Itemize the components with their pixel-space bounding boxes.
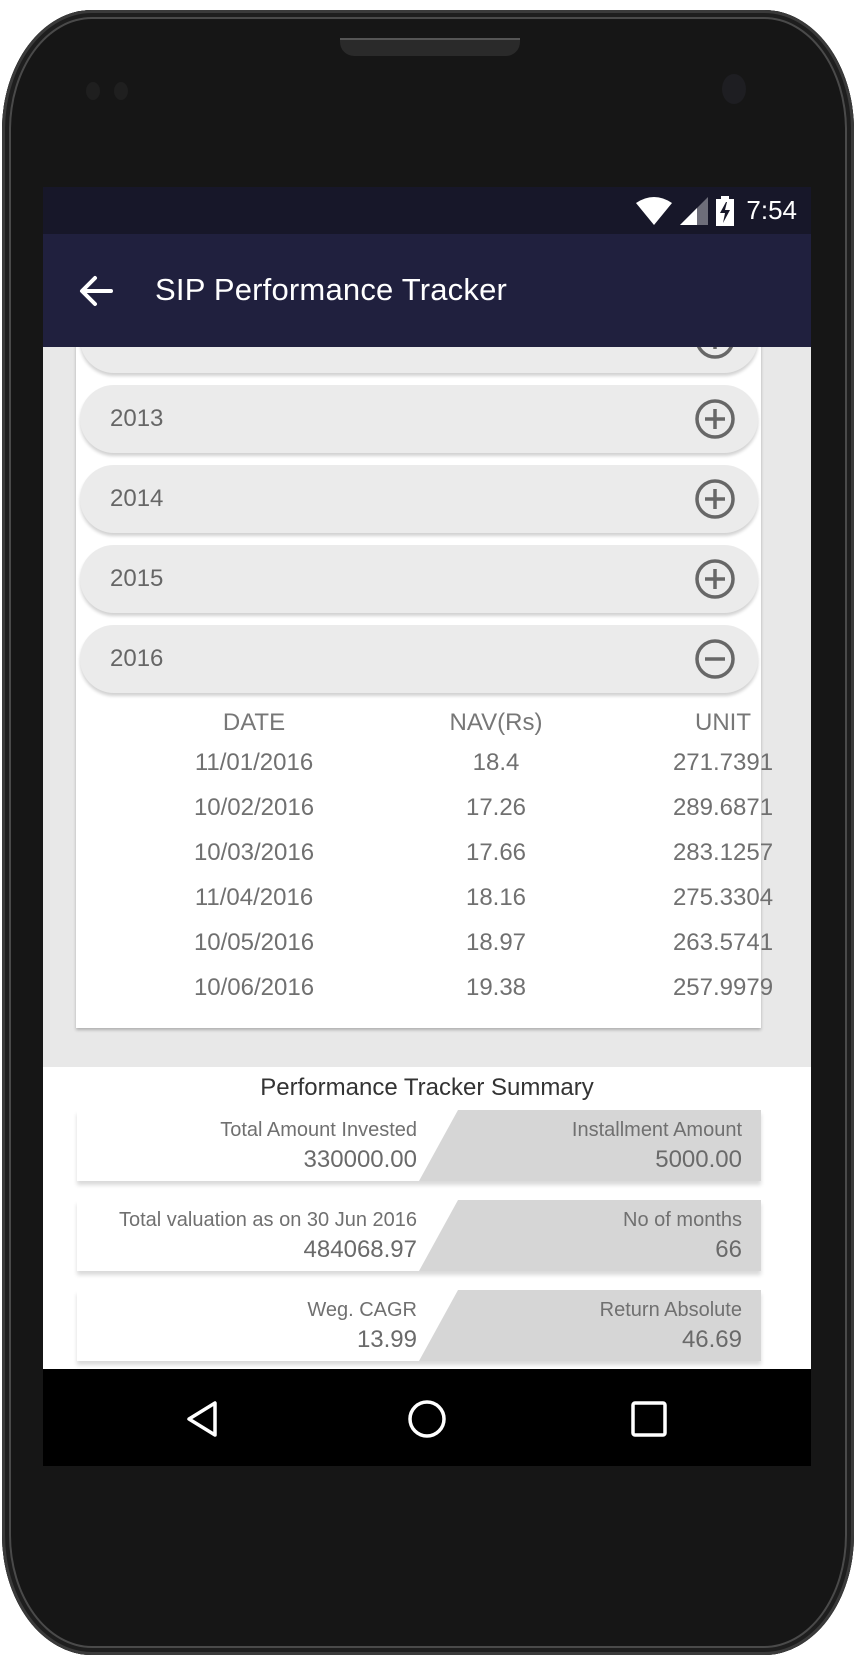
accordion-item-2014[interactable]: 2014 xyxy=(80,465,758,533)
cagr-label: Weg. CAGR xyxy=(307,1299,417,1321)
cell-date: 11/01/2016 xyxy=(194,749,314,776)
accordion-year-label: 2014 xyxy=(110,485,164,512)
year-accordion-card: 2012 2013 2014 xyxy=(76,347,773,1028)
cell-date: 10/02/2016 xyxy=(193,794,315,821)
accordion-item-2016[interactable]: 2016 xyxy=(80,625,758,693)
wifi-icon xyxy=(636,196,673,225)
status-bar: 7:54 xyxy=(43,187,811,234)
months-label: No of months xyxy=(623,1209,742,1231)
summary-box-valuation: Total valuation as on 30 Jun 2016 484068… xyxy=(77,1200,761,1271)
status-clock: 7:54 xyxy=(746,195,797,225)
accordion-item-2015[interactable]: 2015 xyxy=(80,545,758,613)
header-nav: NAV(Rs) xyxy=(449,709,543,736)
cell-nav: 18.97 xyxy=(465,929,527,956)
back-button[interactable] xyxy=(75,270,117,312)
back-triangle-icon[interactable] xyxy=(183,1397,227,1441)
battery-charging-icon xyxy=(716,195,735,226)
table-row: 10/03/2016 17.66 283.1257 xyxy=(76,839,773,879)
scroll-content[interactable]: 2012 2013 2014 xyxy=(43,347,811,1369)
cell-unit: 275.3304 xyxy=(672,884,774,911)
cell-nav: 17.26 xyxy=(465,794,527,821)
recents-square-icon[interactable] xyxy=(627,1397,671,1441)
accordion-year-label: 2012 xyxy=(110,347,163,353)
table-row: 11/01/2016 18.4 271.7391 xyxy=(76,749,773,789)
cell-nav: 19.38 xyxy=(465,974,527,1001)
summary-title: Performance Tracker Summary xyxy=(260,1074,594,1101)
accordion-year-label: 2016 xyxy=(110,645,164,672)
page-title: SIP Performance Tracker xyxy=(155,272,508,307)
return-absolute-label: Return Absolute xyxy=(599,1299,742,1321)
cagr-value: 13.99 xyxy=(356,1326,417,1353)
cell-signal-icon xyxy=(680,196,709,225)
performance-summary: Performance Tracker Summary Total Amount… xyxy=(43,1067,811,1369)
total-invested-label: Total Amount Invested xyxy=(220,1119,417,1141)
installment-label: Installment Amount xyxy=(571,1119,742,1141)
app-bar: SIP Performance Tracker xyxy=(43,234,811,347)
installment-value: 5000.00 xyxy=(655,1146,742,1173)
accordion-year-label: 2013 xyxy=(110,405,164,432)
cell-nav: 18.4 xyxy=(472,749,520,776)
cell-unit: 289.6871 xyxy=(672,794,774,821)
cell-date: 10/06/2016 xyxy=(193,974,315,1001)
device-screen: 7:54 SIP Performance Tracker 2012 2013 xyxy=(43,187,811,1466)
summary-box-returns: Weg. CAGR 13.99 Return Absolute 46.69 xyxy=(77,1290,761,1361)
proximity-sensor xyxy=(86,82,100,100)
plus-circle-icon[interactable] xyxy=(694,558,736,600)
cell-unit: 283.1257 xyxy=(672,839,774,866)
system-nav-bar xyxy=(43,1369,811,1466)
return-absolute-value: 46.69 xyxy=(681,1326,742,1353)
cell-unit: 257.9979 xyxy=(672,974,774,1001)
cell-date: 10/05/2016 xyxy=(193,929,315,956)
table-row: 10/06/2016 19.38 257.9979 xyxy=(76,974,773,1014)
cell-date: 11/04/2016 xyxy=(194,884,314,911)
accordion-item-2012[interactable]: 2012 xyxy=(80,347,758,373)
cell-unit: 271.7391 xyxy=(672,749,774,776)
cell-unit: 263.5741 xyxy=(672,929,774,956)
plus-circle-icon[interactable] xyxy=(694,478,736,520)
cell-nav: 18.16 xyxy=(465,884,527,911)
cell-nav: 17.66 xyxy=(465,839,527,866)
plus-circle-icon[interactable] xyxy=(694,347,736,360)
front-camera xyxy=(722,74,746,104)
header-date: DATE xyxy=(222,709,286,736)
arrow-left-icon xyxy=(80,276,113,306)
accordion-year-label: 2015 xyxy=(110,565,164,592)
table-row: 10/05/2016 18.97 263.5741 xyxy=(76,929,773,969)
months-value: 66 xyxy=(715,1236,742,1263)
minus-circle-icon[interactable] xyxy=(694,638,736,680)
accordion-item-2013[interactable]: 2013 xyxy=(80,385,758,453)
table-row: 11/04/2016 18.16 275.3304 xyxy=(76,884,773,924)
total-valuation-label: Total valuation as on 30 Jun 2016 xyxy=(119,1209,417,1231)
header-unit: UNIT xyxy=(695,709,751,736)
summary-box-invested: Total Amount Invested 330000.00 Installm… xyxy=(77,1110,761,1181)
total-invested-value: 330000.00 xyxy=(303,1146,417,1173)
cell-date: 10/03/2016 xyxy=(193,839,315,866)
earpiece-speaker xyxy=(340,38,520,56)
home-circle-icon[interactable] xyxy=(405,1397,449,1441)
table-row: 10/02/2016 17.26 289.6871 xyxy=(76,794,773,834)
plus-circle-icon[interactable] xyxy=(694,398,736,440)
total-valuation-value: 484068.97 xyxy=(303,1236,417,1263)
light-sensor xyxy=(114,82,128,100)
nav-table-header: DATE NAV(Rs) UNIT xyxy=(76,709,761,749)
